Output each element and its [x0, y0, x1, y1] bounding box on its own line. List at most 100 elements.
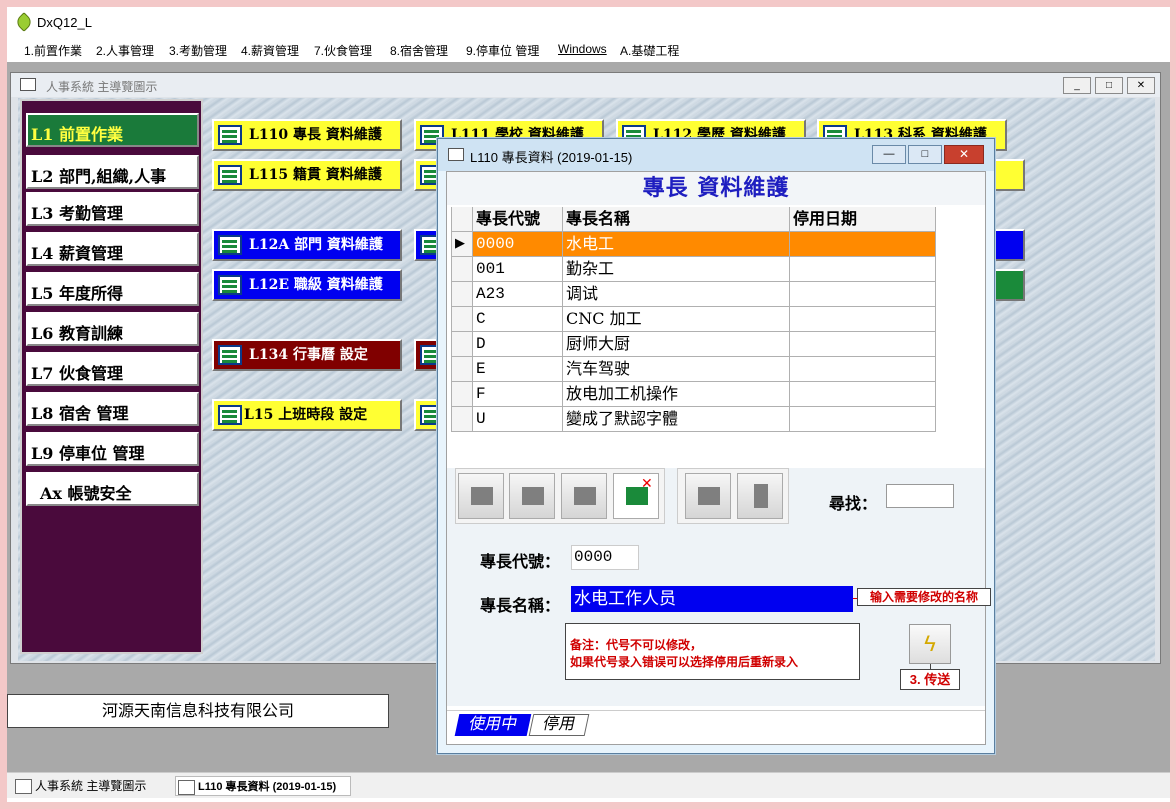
menu-item-8[interactable]: 8.宿舍管理: [390, 42, 448, 59]
dialog-close-button[interactable]: ✕: [944, 145, 984, 164]
menu-item-4[interactable]: 4.薪資管理: [241, 42, 299, 59]
menu-item-1[interactable]: 1.前置作業: [24, 42, 82, 59]
task-skill-dialog[interactable]: L110 專長資料 (2019-01-15): [175, 776, 351, 796]
menu-item-3[interactable]: 3.考勤管理: [169, 42, 227, 59]
delete-record-button[interactable]: ✕: [613, 473, 659, 519]
nav-ax[interactable]: Ax 帳號安全: [26, 472, 199, 506]
menu-item-2[interactable]: 2.人事管理: [96, 42, 154, 59]
cell-name[interactable]: 放电加工机操作: [563, 382, 790, 407]
minimize-button[interactable]: _: [1063, 77, 1091, 94]
cell-code[interactable]: 0000: [473, 232, 563, 257]
dialog-titlebar: L110 專長資料 (2019-01-15) — □ ✕: [438, 139, 994, 171]
form-icon: [218, 165, 242, 185]
nav-l5[interactable]: L5 年度所得: [26, 272, 199, 306]
edit-panel: ✕ 尋找： 專長代號： 0000 專長名稱： 水电工作人员 输入需要修改的名称 …: [447, 468, 991, 706]
exit-button[interactable]: [737, 473, 783, 519]
cell-name[interactable]: CNC 加工: [563, 307, 790, 332]
cell-date[interactable]: [790, 282, 936, 307]
tile-l110[interactable]: L110 專長 資料維護: [212, 119, 402, 151]
cell-date[interactable]: [790, 307, 936, 332]
cell-name[interactable]: 變成了默認字體: [563, 407, 790, 432]
send-button[interactable]: ϟ: [909, 624, 951, 664]
app-titlebar: DxQ12_L: [7, 7, 1170, 38]
col-header-code[interactable]: 專長代號: [473, 207, 563, 232]
cell-code[interactable]: C: [473, 307, 563, 332]
row-indicator[interactable]: [451, 332, 473, 357]
nav-l2[interactable]: L2 部門,組織,人事: [26, 155, 199, 189]
menu-item-7[interactable]: 7.伙食管理: [314, 42, 372, 59]
note-line-2: 如果代号录入错误可以选择停用后重新录入: [570, 655, 799, 669]
nav-l3[interactable]: L3 考勤管理: [26, 192, 199, 226]
cell-name[interactable]: 水电工: [563, 232, 790, 257]
row-indicator[interactable]: [451, 407, 473, 432]
print-button[interactable]: [685, 473, 731, 519]
nav-l9[interactable]: L9 停車位 管理: [26, 432, 199, 466]
tile-l12a[interactable]: L12A 部門 資料維護: [212, 229, 402, 261]
row-indicator[interactable]: [451, 282, 473, 307]
col-header-name[interactable]: 專長名稱: [563, 207, 790, 232]
col-header-date[interactable]: 停用日期: [790, 207, 936, 232]
form-icon: [218, 125, 242, 145]
tile-l15[interactable]: L15 上班時段 設定: [212, 399, 402, 431]
add-icon: [471, 487, 493, 505]
cell-date[interactable]: [790, 332, 936, 357]
nav-l7[interactable]: L7 伙食管理: [26, 352, 199, 386]
nav-l8[interactable]: L8 宿舍 管理: [26, 392, 199, 426]
mdi-taskbar: 人事系統 主導覽圖示 L110 專長資料 (2019-01-15): [7, 772, 1170, 798]
cell-code[interactable]: D: [473, 332, 563, 357]
nav-l6[interactable]: L6 教育訓練: [26, 312, 199, 346]
tile-l134[interactable]: L134 行事曆 設定: [212, 339, 402, 371]
row-indicator[interactable]: [451, 382, 473, 407]
code-field[interactable]: 0000: [571, 545, 639, 570]
disable-record-button[interactable]: [561, 473, 607, 519]
cell-name[interactable]: 汽车驾驶: [563, 357, 790, 382]
cell-date[interactable]: [790, 357, 936, 382]
menu-item-a[interactable]: A.基礎工程: [620, 42, 679, 59]
tile-l115[interactable]: L115 籍貫 資料維護: [212, 159, 402, 191]
form-icon: [218, 405, 242, 425]
tile-l12e[interactable]: L12E 職級 資料維護: [212, 269, 402, 301]
menu-item-windows[interactable]: Windows: [558, 42, 607, 56]
maximize-button[interactable]: □: [1095, 77, 1123, 94]
dialog-minimize-button[interactable]: —: [872, 145, 906, 164]
form-icon: [218, 235, 242, 255]
skill-dialog: L110 專長資料 (2019-01-15) — □ ✕ 專長 資料維護 專長代…: [437, 138, 995, 754]
grid-corner: [451, 207, 473, 232]
cell-code[interactable]: 001: [473, 257, 563, 282]
tab-disabled[interactable]: 停用: [528, 714, 590, 736]
menu-item-9[interactable]: 9.停車位 管理: [466, 42, 539, 59]
cell-date[interactable]: [790, 232, 936, 257]
cell-date[interactable]: [790, 382, 936, 407]
cell-date[interactable]: [790, 257, 936, 282]
cell-date[interactable]: [790, 407, 936, 432]
window-icon: [20, 78, 36, 91]
cell-code[interactable]: U: [473, 407, 563, 432]
nav-l4[interactable]: L4 薪資管理: [26, 232, 199, 266]
toolbar-group-misc: [677, 468, 789, 524]
search-input[interactable]: [886, 484, 954, 508]
row-indicator[interactable]: [451, 357, 473, 382]
cell-name[interactable]: 勤杂工: [563, 257, 790, 282]
row-selected-indicator-icon[interactable]: ▶: [451, 232, 473, 257]
task-nav-window[interactable]: 人事系統 主導覽圖示: [13, 776, 146, 796]
edit-record-button[interactable]: [509, 473, 555, 519]
tab-active[interactable]: 使用中: [454, 714, 532, 736]
row-indicator[interactable]: [451, 257, 473, 282]
name-field[interactable]: 水电工作人员: [571, 586, 853, 612]
window-icon: [448, 148, 464, 161]
cell-name[interactable]: 调试: [563, 282, 790, 307]
form-icon: [218, 275, 242, 295]
app-title: DxQ12_L: [37, 15, 92, 30]
cell-code[interactable]: F: [473, 382, 563, 407]
close-button[interactable]: ✕: [1127, 77, 1155, 94]
cell-name[interactable]: 厨师大厨: [563, 332, 790, 357]
name-label: 專長名稱：: [480, 598, 561, 615]
nav-window-titlebar: 人事系統 主導覽圖示 _ □ ✕: [11, 73, 1160, 97]
app-logo-icon: [14, 12, 34, 32]
add-record-button[interactable]: [458, 473, 504, 519]
cell-code[interactable]: E: [473, 357, 563, 382]
cell-code[interactable]: A23: [473, 282, 563, 307]
row-indicator[interactable]: [451, 307, 473, 332]
nav-l1[interactable]: L1 前置作業: [26, 113, 199, 147]
dialog-maximize-button[interactable]: □: [908, 145, 942, 164]
